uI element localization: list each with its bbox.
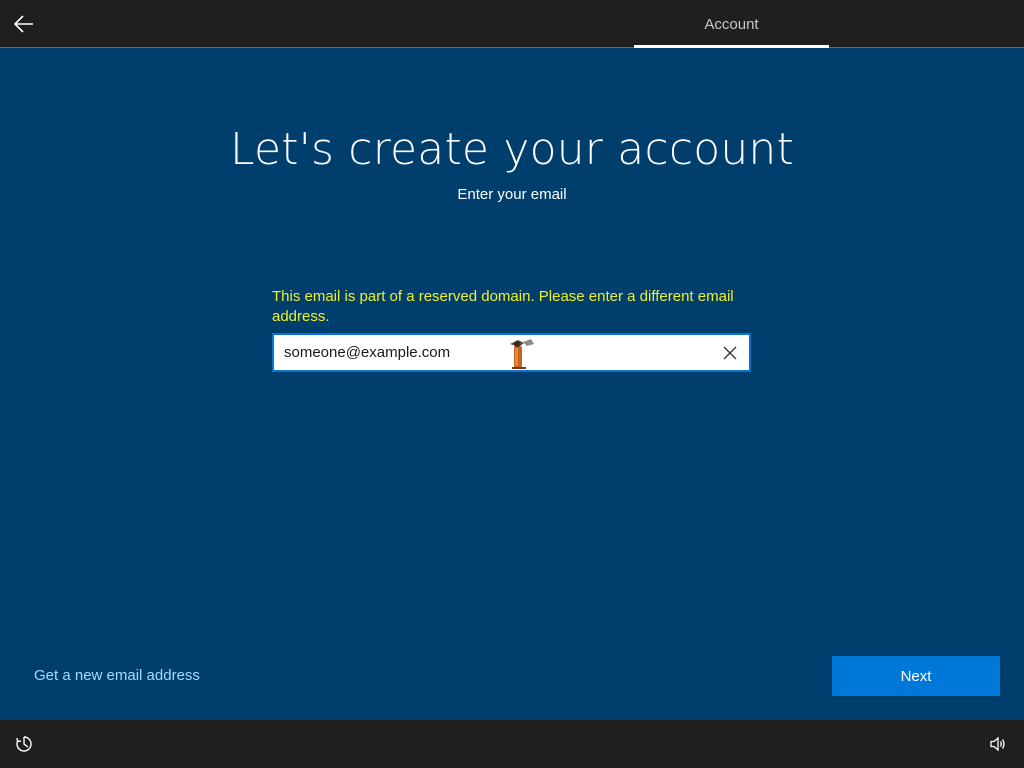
ease-of-access-icon [16,736,32,752]
oobe-account-screen: Account Let's create your account Enter … [0,0,1024,768]
tab-account-underline [634,45,829,48]
pointer-cursor-icon [510,339,534,369]
tab-account-label: Account [704,15,759,33]
next-button[interactable]: Next [832,656,1000,696]
tab-account[interactable]: Account [634,0,829,48]
bottom-bar [0,720,1024,768]
email-field[interactable] [284,335,704,370]
get-new-email-link[interactable]: Get a new email address [34,667,200,684]
volume-icon [990,736,1005,752]
clear-button[interactable] [719,342,741,364]
top-bar: Account [0,0,1024,48]
error-message: This email is part of a reserved domain.… [272,288,734,325]
volume-button[interactable] [986,732,1010,756]
page-subtitle: Enter your email [457,186,567,203]
page-title: Let's create your account [230,124,794,175]
back-arrow-icon [14,15,33,33]
ease-of-access-button[interactable] [12,732,36,756]
back-button[interactable] [8,8,40,40]
close-icon [723,346,737,360]
